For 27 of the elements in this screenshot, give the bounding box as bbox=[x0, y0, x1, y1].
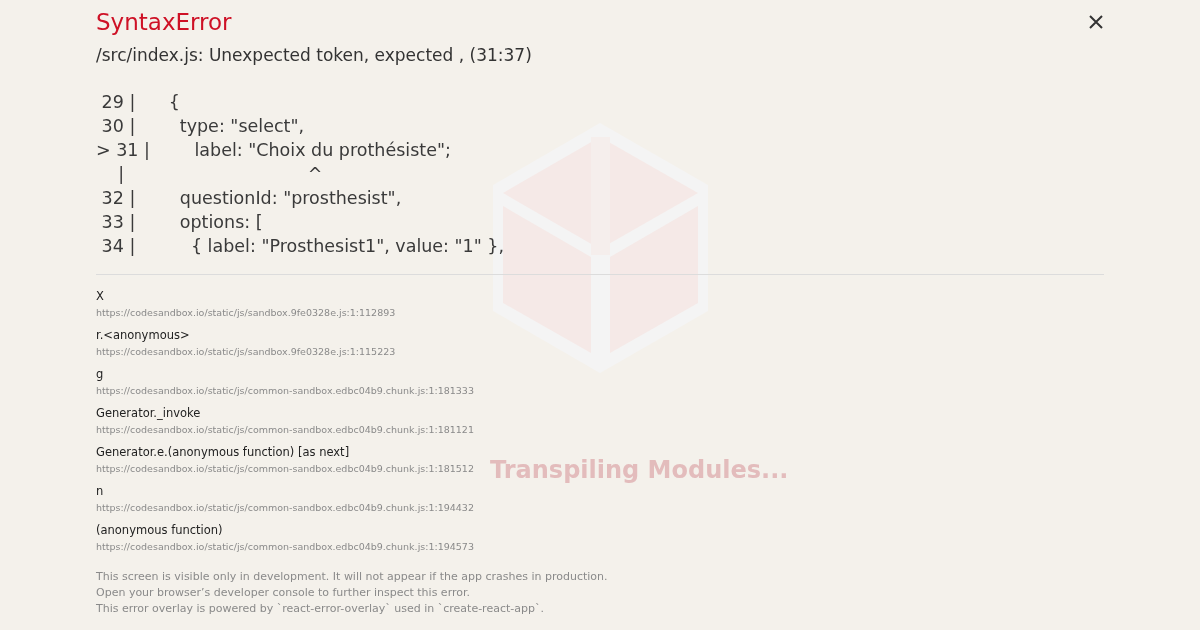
stack-location: https://codesandbox.io/static/js/common-sandbox.edbc04b9.chunk.js:1:194432 bbox=[96, 502, 474, 513]
code-line: 33 | options: [ bbox=[100, 211, 264, 234]
stack-location: https://codesandbox.io/static/js/sandbox.9fe0328e.js:1:115223 bbox=[96, 346, 396, 357]
code-line: 32 | questionId: "prosthesist", bbox=[100, 187, 403, 210]
stack-function: Generator._invoke bbox=[96, 406, 201, 420]
stack-function: X bbox=[96, 289, 104, 303]
stack-function: r.<anonymous> bbox=[96, 328, 190, 342]
stack-location: https://codesandbox.io/static/js/sandbox.9fe0328e.js:1:112893 bbox=[96, 307, 396, 318]
code-line: | ^ bbox=[117, 163, 324, 186]
error-title: SyntaxError bbox=[96, 9, 232, 35]
footer-note: This error overlay is powered by `react-error-overlay` used in `create-react-app`. bbox=[96, 601, 544, 617]
stack-location: https://codesandbox.io/static/js/common-sandbox.edbc04b9.chunk.js:1:194573 bbox=[96, 541, 474, 552]
stack-function: Generator.e.(anonymous function) [as next] bbox=[96, 445, 350, 459]
stack-location: https://codesandbox.io/static/js/common-sandbox.edbc04b9.chunk.js:1:181121 bbox=[96, 424, 474, 435]
stack-function: n bbox=[96, 484, 104, 498]
code-line: 29 | { bbox=[100, 91, 181, 114]
footer-note: Open your browser’s developer console to further inspect this error. bbox=[96, 585, 470, 601]
stack-location: https://codesandbox.io/static/js/common-sandbox.edbc04b9.chunk.js:1:181333 bbox=[96, 385, 474, 396]
stack-function: g bbox=[96, 367, 104, 381]
footer-note: This screen is visible only in development. It will not appear if the app crashes in production. bbox=[96, 569, 608, 585]
code-line: 30 | type: "select", bbox=[100, 115, 305, 138]
stack-function: (anonymous function) bbox=[96, 523, 223, 537]
close-button[interactable] bbox=[1087, 13, 1105, 31]
code-line: 34 | { label: "Prosthesist1", value: "1" }, bbox=[100, 235, 506, 258]
code-line: > 31 | label: "Choix du prothésiste"; bbox=[96, 139, 452, 162]
stack-location: https://codesandbox.io/static/js/common-sandbox.edbc04b9.chunk.js:1:181512 bbox=[96, 463, 474, 474]
error-message: /src/index.js: Unexpected token, expected , (31:37) bbox=[96, 45, 533, 65]
